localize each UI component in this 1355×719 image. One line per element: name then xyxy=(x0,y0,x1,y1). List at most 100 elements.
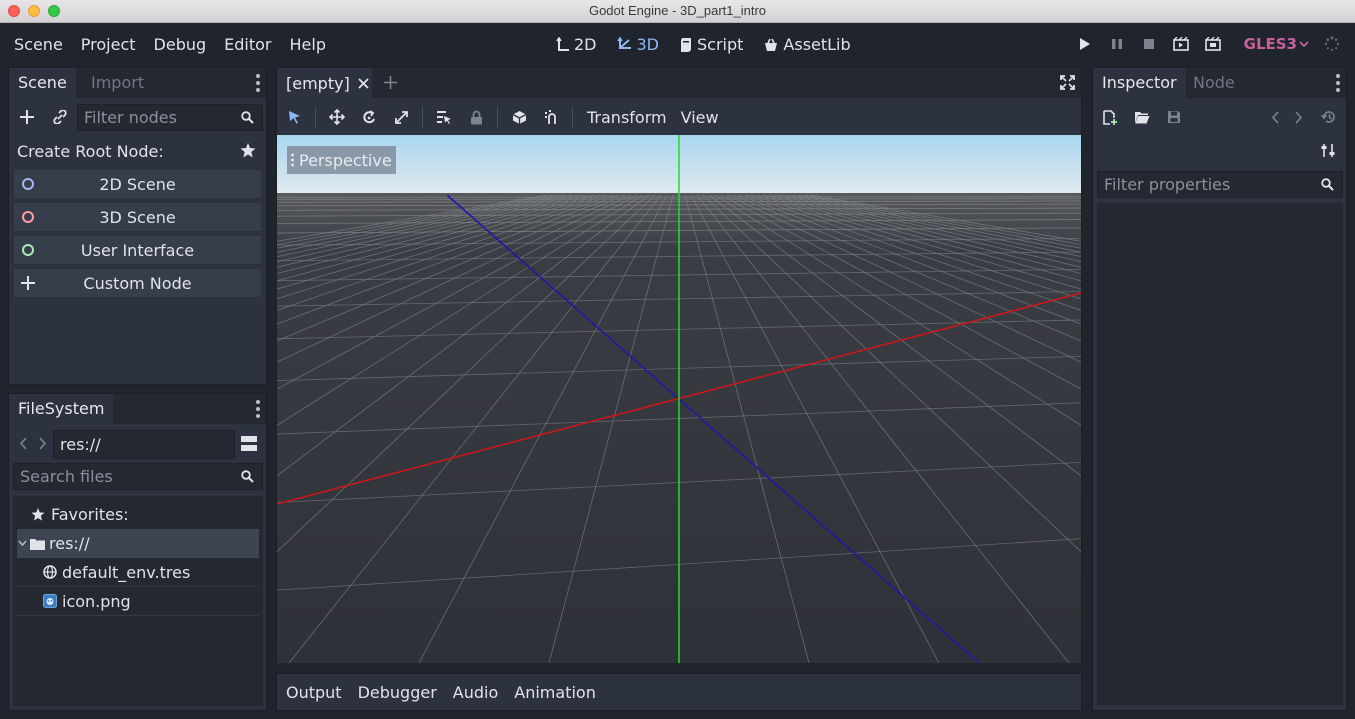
star-icon xyxy=(31,508,45,521)
filesystem-path-input[interactable]: res:// xyxy=(53,430,235,459)
history-icon[interactable] xyxy=(1321,110,1336,124)
workspace-assetlib-button[interactable]: AssetLib xyxy=(763,35,851,54)
local-space-icon[interactable] xyxy=(508,106,530,128)
filesystem-dock-menu-icon[interactable] xyxy=(256,400,260,418)
favorites-star-icon[interactable] xyxy=(240,143,256,158)
object-properties-icon[interactable] xyxy=(1321,143,1336,158)
play-icon[interactable] xyxy=(1076,35,1094,53)
split-mode-icon[interactable] xyxy=(241,436,257,451)
image-file-icon xyxy=(43,594,57,608)
tab-inspector[interactable]: Inspector xyxy=(1093,68,1186,98)
move-tool-icon[interactable] xyxy=(326,106,348,128)
new-resource-icon[interactable] xyxy=(1103,110,1117,125)
file-name: default_env.tres xyxy=(62,562,191,582)
menu-scene[interactable]: Scene xyxy=(14,35,63,54)
file-row[interactable]: default_env.tres xyxy=(17,558,259,587)
filesystem-path-value: res:// xyxy=(60,435,101,454)
favorites-row[interactable]: Favorites: xyxy=(17,500,259,529)
tab-node[interactable]: Node xyxy=(1184,68,1244,98)
back-arrow-icon[interactable] xyxy=(19,437,27,450)
window-title: Godot Engine - 3D_part1_intro xyxy=(588,3,767,18)
close-icon[interactable] xyxy=(358,77,369,89)
play-scene-icon[interactable] xyxy=(1172,35,1190,53)
root-custom-node-button[interactable]: Custom Node xyxy=(13,268,262,298)
spatial-icon xyxy=(22,211,34,223)
save-icon[interactable] xyxy=(1167,110,1181,124)
rotate-tool-icon[interactable] xyxy=(358,106,380,128)
chevron-down-icon xyxy=(1299,41,1309,48)
history-forward-icon[interactable] xyxy=(1295,111,1303,124)
tab-import[interactable]: Import xyxy=(82,68,153,98)
globe-icon xyxy=(43,565,57,579)
snap-icon[interactable] xyxy=(540,106,562,128)
workspace-switcher: 2D 3D Script AssetLib xyxy=(556,35,851,54)
filter-nodes-input[interactable]: Filter nodes xyxy=(77,104,263,131)
tab-animation[interactable]: Animation xyxy=(514,683,596,702)
bottom-panel-tabs: Output Debugger Audio Animation xyxy=(276,673,1082,711)
pause-icon[interactable] xyxy=(1108,35,1126,53)
viewport-toolbar: Transform View xyxy=(277,100,1081,134)
root-2d-scene-label: 2D Scene xyxy=(99,174,176,194)
inspector-dock-menu-icon[interactable] xyxy=(1336,74,1340,92)
inspector-property-list xyxy=(1097,203,1343,705)
filter-properties-input[interactable]: Filter properties xyxy=(1097,171,1343,198)
add-node-icon[interactable] xyxy=(20,110,34,124)
workspace-3d-button[interactable]: 3D xyxy=(616,35,659,54)
history-back-icon[interactable] xyxy=(1271,111,1279,124)
tab-audio[interactable]: Audio xyxy=(453,683,498,702)
root-3d-scene-label: 3D Scene xyxy=(99,207,176,227)
open-folder-icon[interactable] xyxy=(1134,111,1150,124)
scale-tool-icon[interactable] xyxy=(390,106,412,128)
tab-filesystem[interactable]: FileSystem xyxy=(9,394,114,424)
workspace-script-label: Script xyxy=(697,35,744,54)
root-2d-scene-button[interactable]: 2D Scene xyxy=(13,169,262,199)
tab-scene[interactable]: Scene xyxy=(9,68,76,98)
menu-project[interactable]: Project xyxy=(81,35,136,54)
workspace-script-button[interactable]: Script xyxy=(679,35,743,54)
scene-dock: Scene Import Filter nodes Create Root No… xyxy=(8,67,267,385)
select-tool-icon[interactable] xyxy=(283,106,305,128)
update-spinner-icon xyxy=(1323,35,1341,53)
stop-icon[interactable] xyxy=(1140,35,1158,53)
list-select-icon[interactable] xyxy=(433,106,455,128)
filter-nodes-placeholder: Filter nodes xyxy=(84,108,177,127)
editor-viewport-panel: [empty] Transform View Perspective xyxy=(276,67,1082,663)
root-3d-scene-button[interactable]: 3D Scene xyxy=(13,202,262,232)
tab-debugger[interactable]: Debugger xyxy=(358,683,437,702)
perspective-menu-button[interactable]: Perspective xyxy=(287,146,396,174)
control-icon xyxy=(22,244,34,256)
workspace-2d-button[interactable]: 2D xyxy=(556,35,597,54)
view-menu[interactable]: View xyxy=(681,108,719,127)
perspective-label: Perspective xyxy=(299,150,392,170)
add-scene-tab-icon[interactable] xyxy=(384,76,397,89)
instance-scene-icon[interactable] xyxy=(52,110,68,124)
drag-handle-icon xyxy=(291,153,294,167)
3d-workspace-icon xyxy=(616,36,631,49)
root-user-interface-label: User Interface xyxy=(80,240,195,260)
scene-tab-empty[interactable]: [empty] xyxy=(277,68,372,98)
3d-scene-canvas[interactable] xyxy=(277,135,1081,663)
inspector-dock: Inspector Node Filter properties xyxy=(1092,67,1347,711)
search-files-input[interactable]: Search files xyxy=(13,463,263,490)
renderer-label: GLES3 xyxy=(1243,35,1297,53)
tab-output[interactable]: Output xyxy=(286,683,342,702)
play-custom-scene-icon[interactable] xyxy=(1204,35,1222,53)
lock-icon[interactable] xyxy=(465,106,487,128)
forward-arrow-icon[interactable] xyxy=(39,437,47,450)
file-row[interactable]: icon.png xyxy=(17,587,259,616)
transform-menu[interactable]: Transform xyxy=(587,108,667,127)
menu-debug[interactable]: Debug xyxy=(154,35,207,54)
menu-editor[interactable]: Editor xyxy=(224,35,271,54)
file-tree: Favorites: res:// default_env.tres icon.… xyxy=(13,496,263,706)
chevron-down-icon[interactable] xyxy=(18,540,27,547)
renderer-selector[interactable]: GLES3 xyxy=(1244,35,1309,53)
3d-viewport[interactable]: Perspective xyxy=(277,135,1081,663)
root-user-interface-button[interactable]: User Interface xyxy=(13,235,262,265)
scene-tab-label: [empty] xyxy=(286,73,350,93)
menu-help[interactable]: Help xyxy=(290,35,326,54)
folder-row-res[interactable]: res:// xyxy=(17,529,259,558)
distraction-free-icon[interactable] xyxy=(1060,75,1075,90)
scene-dock-menu-icon[interactable] xyxy=(256,74,260,92)
folder-label: res:// xyxy=(49,534,90,553)
filter-properties-placeholder: Filter properties xyxy=(1104,175,1231,194)
